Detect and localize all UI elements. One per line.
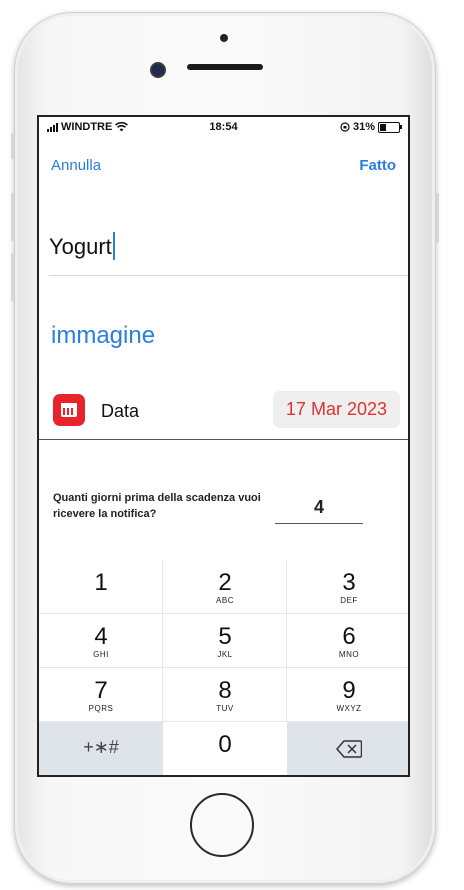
front-camera — [150, 62, 166, 78]
notification-question: Quanti giorni prima della scadenza vuoi … — [53, 492, 261, 520]
key-6[interactable]: 6 MNO — [287, 614, 408, 667]
days-input[interactable]: 4 — [275, 497, 363, 518]
image-link[interactable]: immagine — [51, 322, 155, 350]
key-5[interactable]: 5 JKL — [163, 614, 287, 667]
backspace-icon — [336, 740, 363, 758]
symbols-key[interactable]: +∗# — [39, 722, 163, 775]
calendar-icon — [53, 394, 85, 426]
date-picker-button[interactable]: 17 Mar 2023 — [272, 391, 400, 428]
status-bar: WINDTRE 18:54 31% — [39, 117, 408, 137]
earpiece-speaker — [187, 64, 263, 70]
date-label: Data — [101, 401, 140, 421]
volume-up-button — [11, 193, 14, 241]
key-2[interactable]: 2 ABC — [163, 560, 287, 613]
keypad-divider — [39, 613, 408, 614]
product-name-value: Yogurt — [49, 234, 112, 259]
key-1[interactable]: 1 — [39, 560, 163, 613]
key-3[interactable]: 3 DEF — [287, 560, 408, 613]
key-7[interactable]: 7 PQRS — [39, 668, 163, 721]
orientation-lock-icon — [340, 122, 350, 132]
screen: WINDTRE 18:54 31% Annulla Fatto Yogurt i… — [37, 115, 410, 777]
keypad-divider — [286, 560, 287, 722]
divider — [49, 275, 408, 276]
days-input-underline — [275, 523, 363, 524]
key-0[interactable]: 0 — [163, 722, 287, 775]
text-cursor — [112, 232, 115, 260]
mute-switch — [11, 133, 14, 159]
delete-key[interactable] — [287, 722, 408, 775]
key-9[interactable]: 9 WXYZ — [287, 668, 408, 721]
keypad-divider — [162, 560, 163, 722]
power-button — [436, 193, 439, 243]
battery-icon — [378, 121, 402, 133]
keypad-divider — [39, 721, 408, 722]
number-keypad: 1 2 ABC 3 DEF 4 GHI 5 JKL 6 MNO 7 PQRS 8 TUV 9W… — [39, 560, 408, 775]
battery-percent: 31% — [352, 121, 375, 133]
keypad-divider — [39, 667, 408, 668]
cancel-button[interactable]: Annulla — [51, 157, 101, 174]
done-button[interactable]: Fatto — [359, 157, 396, 174]
home-button[interactable] — [190, 793, 254, 857]
proximity-sensor — [220, 34, 228, 42]
divider — [39, 439, 408, 440]
key-8[interactable]: 8 TUV — [163, 668, 287, 721]
volume-down-button — [11, 253, 14, 301]
product-name-input[interactable]: Yogurt — [49, 232, 115, 260]
key-4[interactable]: 4 GHI — [39, 614, 163, 667]
